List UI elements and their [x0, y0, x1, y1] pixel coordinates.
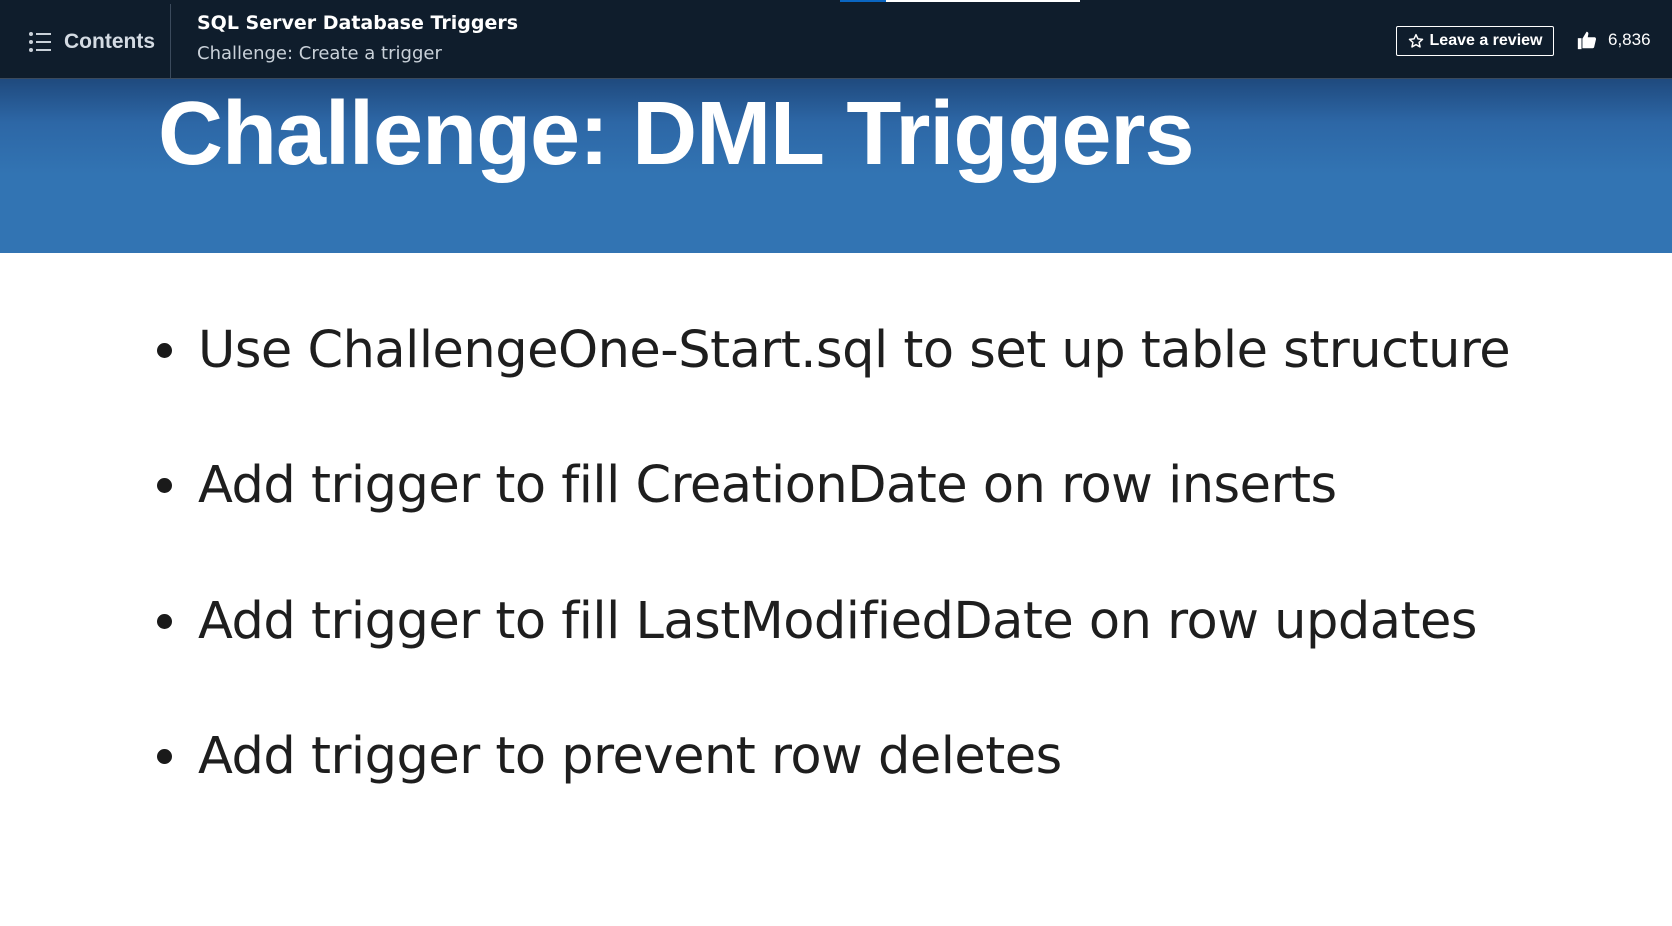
slide-title: Challenge: DML Triggers: [158, 84, 1195, 184]
leave-review-label: Leave a review: [1429, 32, 1543, 49]
list-icon: [29, 32, 51, 52]
bullet-item: Add trigger to prevent row deletes: [157, 721, 1062, 791]
bullet-item: Use ChallengeOne-Start.sql to set up tab…: [157, 315, 1511, 385]
video-progress-fill: [840, 0, 886, 2]
bullet-dot: [157, 748, 172, 764]
bullet-dot: [157, 477, 172, 493]
bullet-item: Add trigger to fill CreationDate on row …: [157, 450, 1337, 520]
likes-button[interactable]: 6,836: [1576, 27, 1651, 53]
header-divider: [170, 4, 171, 78]
contents-button[interactable]: Contents: [16, 18, 166, 66]
video-progress-track[interactable]: [840, 0, 1080, 2]
bullet-dot: [157, 613, 172, 629]
contents-label: Contents: [64, 30, 155, 53]
lesson-title: Challenge: Create a trigger: [197, 43, 442, 64]
bullet-text: Add trigger to prevent row deletes: [198, 726, 1062, 786]
bullet-item: Add trigger to fill LastModifiedDate on …: [157, 586, 1477, 656]
bullet-text: Use ChallengeOne-Start.sql to set up tab…: [198, 320, 1511, 380]
player-top-bar: Contents SQL Server Database Triggers Ch…: [0, 0, 1672, 79]
star-icon: [1408, 33, 1423, 48]
course-title[interactable]: SQL Server Database Triggers: [197, 12, 518, 34]
thumbs-up-icon: [1577, 31, 1597, 50]
bullet-dot: [157, 342, 172, 358]
bullet-text: Add trigger to fill CreationDate on row …: [198, 455, 1337, 515]
bullet-text: Add trigger to fill LastModifiedDate on …: [198, 591, 1477, 651]
leave-review-button[interactable]: Leave a review: [1396, 26, 1554, 56]
likes-count: 6,836: [1608, 30, 1651, 49]
